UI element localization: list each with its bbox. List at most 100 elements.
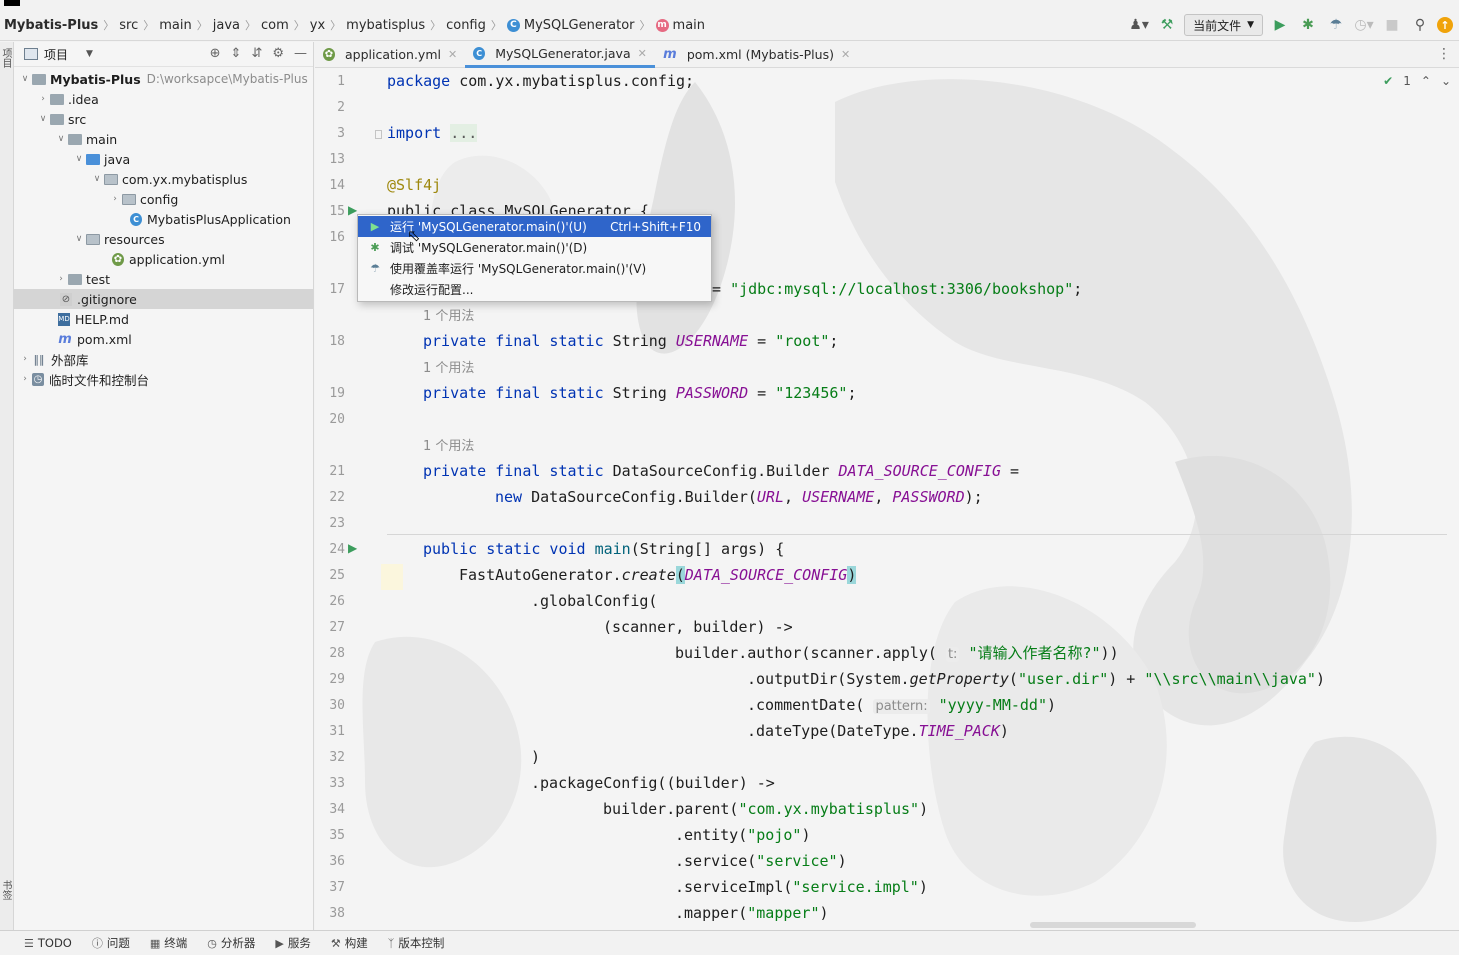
terminal-tool-button[interactable]: ▦ 终端 [150, 935, 187, 951]
menu-item-coverage[interactable]: ☂ 使用覆盖率运行 'MySQLGenerator.main()'(V) [358, 258, 711, 279]
run-configuration-select[interactable]: 当前文件 ▼ [1184, 14, 1263, 36]
chevron-right-icon[interactable]: › [54, 274, 68, 284]
profiler-tool-button[interactable]: ◷ 分析器 [207, 935, 255, 951]
bookmarks-tool-tab[interactable]: 书签 [0, 880, 13, 900]
tool-label: 构建 [344, 936, 368, 950]
chevron-up-icon[interactable]: ⌃ [1421, 74, 1431, 88]
breadcrumb-class[interactable]: C MySQLGenerator [506, 18, 635, 33]
module-folder-icon [32, 73, 46, 85]
code-line-36: .service("service") [675, 850, 847, 872]
close-icon[interactable]: ✕ [638, 47, 647, 60]
search-icon[interactable]: ⚲ [1409, 14, 1431, 36]
user-icon[interactable]: ♟▾ [1128, 14, 1150, 36]
tree-row-package[interactable]: ∨ com.yx.mybatisplus [14, 169, 313, 189]
project-tool-tab[interactable]: 项目 [0, 48, 13, 68]
run-icon[interactable]: ▶ [1269, 14, 1291, 36]
breadcrumb-yx[interactable]: yx [310, 18, 325, 33]
tab-label: application.yml [345, 47, 441, 62]
tree-row-gitignore[interactable]: ⊘ .gitignore [14, 289, 313, 309]
tree-row-pom[interactable]: m pom.xml [14, 329, 313, 349]
chevron-down-icon[interactable]: ∨ [72, 234, 86, 244]
inspection-widget[interactable]: ✔ 1 ⌃ ⌄ [1383, 74, 1451, 88]
chevron-down-icon[interactable]: ∨ [72, 154, 86, 164]
chevron-right-icon[interactable]: › [18, 354, 32, 364]
tree-row-src[interactable]: ∨ src [14, 109, 313, 129]
tree-row-config[interactable]: › config [14, 189, 313, 209]
build-tool-button[interactable]: ⚒ 构建 [331, 935, 368, 951]
profiler-icon[interactable]: ◷▾ [1353, 14, 1375, 36]
code-token: "service" [756, 852, 838, 870]
folded-imports[interactable]: ... [450, 124, 478, 142]
tree-row-idea[interactable]: › .idea [14, 89, 313, 109]
run-gutter-icon[interactable]: ▶ [348, 203, 357, 217]
run-icon: ▶ [370, 220, 380, 233]
services-tool-button[interactable]: ▶ 服务 [275, 935, 310, 951]
vcs-tool-button[interactable]: ᛉ 版本控制 [388, 935, 445, 951]
tree-row-root[interactable]: ∨ Mybatis-Plus D:\worksapce\Mybatis-Plus [14, 69, 313, 89]
tree-row-resources[interactable]: ∨ resources [14, 229, 313, 249]
app-logo [4, 0, 20, 6]
menu-item-modify-config[interactable]: 修改运行配置... [358, 279, 711, 300]
close-icon[interactable]: ✕ [841, 48, 850, 61]
gear-icon[interactable]: ⚙ [272, 46, 284, 61]
tree-row-external-libraries[interactable]: › ‖‖ 外部库 [14, 349, 313, 369]
breadcrumb-mybatisplus[interactable]: mybatisplus [346, 18, 425, 33]
chevron-right-icon[interactable]: › [108, 194, 122, 204]
folder-icon [50, 113, 64, 125]
breadcrumb-method[interactable]: m main [655, 18, 705, 33]
run-gutter-icon[interactable]: ▶ [348, 541, 357, 555]
breadcrumb-project[interactable]: Mybatis-Plus [4, 18, 98, 33]
code-line-3: import ... [387, 122, 478, 144]
tab-application-yml[interactable]: ✿ application.yml ✕ [315, 42, 465, 68]
tree-row-main[interactable]: ∨ main [14, 129, 313, 149]
more-tabs-icon[interactable]: ⋮ [1437, 46, 1451, 62]
build-hammer-icon[interactable]: ⚒ [1156, 14, 1178, 36]
code-line-21: private final static DataSourceConfig.Bu… [423, 460, 1019, 482]
chevron-down-icon[interactable]: ⌄ [1441, 74, 1451, 88]
code-token: ( [675, 566, 685, 584]
problems-tool-button[interactable]: ⓘ 问题 [92, 935, 130, 951]
breadcrumb-java[interactable]: java [213, 18, 240, 33]
collapse-all-icon[interactable]: ⇵ [251, 46, 262, 61]
chevron-down-icon[interactable]: ∨ [54, 134, 68, 144]
code-area[interactable]: package com.yx.mybatisplus.config; impor… [387, 68, 1447, 930]
project-view-icon [24, 48, 38, 60]
chevron-down-icon[interactable]: ∨ [36, 114, 50, 124]
chevron-right-icon[interactable]: › [18, 374, 32, 384]
locate-file-icon[interactable]: ⊕ [210, 46, 221, 61]
breadcrumb-config[interactable]: config [446, 18, 486, 33]
expand-all-icon[interactable]: ⇕ [231, 46, 242, 61]
breadcrumb-com[interactable]: com [261, 18, 289, 33]
tool-label: 服务 [287, 936, 311, 950]
coverage-icon[interactable]: ☂ [1325, 14, 1347, 36]
project-tree: ∨ Mybatis-Plus D:\worksapce\Mybatis-Plus… [14, 67, 313, 389]
update-icon[interactable]: ↑ [1437, 17, 1453, 33]
todo-tool-button[interactable]: ☰ TODO [24, 936, 72, 950]
code-token: "jdbc:mysql://localhost:3306/bookshop" [730, 280, 1074, 298]
chevron-down-icon[interactable]: ∨ [18, 74, 32, 84]
debug-icon[interactable]: ✱ [1297, 14, 1319, 36]
stop-icon[interactable]: ■ [1381, 14, 1403, 36]
yaml-file-icon: ✿ [323, 48, 335, 61]
tree-row-application-class[interactable]: C MybatisPlusApplication [14, 209, 313, 229]
line-number: 36 [329, 854, 345, 869]
tree-row-test[interactable]: › test [14, 269, 313, 289]
breadcrumb-src[interactable]: src [119, 18, 138, 33]
close-icon[interactable]: ✕ [448, 48, 457, 61]
tree-item-label: java [104, 151, 131, 167]
root-label: Mybatis-Plus [50, 71, 141, 87]
code-token: ; [829, 332, 839, 350]
tree-row-application-yml[interactable]: ✿ application.yml [14, 249, 313, 269]
tab-mysqlgenerator[interactable]: C MySQLGenerator.java ✕ [465, 42, 655, 68]
chevron-down-icon[interactable]: ∨ [90, 174, 104, 184]
code-editor[interactable]: ✿ application.yml ✕ C MySQLGenerator.jav… [315, 42, 1459, 930]
tree-row-java[interactable]: ∨ java [14, 149, 313, 169]
chevron-right-icon[interactable]: › [36, 94, 50, 104]
tree-row-help-md[interactable]: MD HELP.md [14, 309, 313, 329]
fold-icon[interactable] [375, 130, 382, 139]
hide-panel-icon[interactable]: — [294, 46, 307, 61]
tab-pom-xml[interactable]: m pom.xml (Mybatis-Plus) ✕ [655, 42, 858, 68]
tree-row-scratches[interactable]: › ◷ 临时文件和控制台 [14, 369, 313, 389]
breadcrumb-main[interactable]: main [159, 18, 191, 33]
project-view-select[interactable]: 项目 ▼ [24, 46, 93, 63]
